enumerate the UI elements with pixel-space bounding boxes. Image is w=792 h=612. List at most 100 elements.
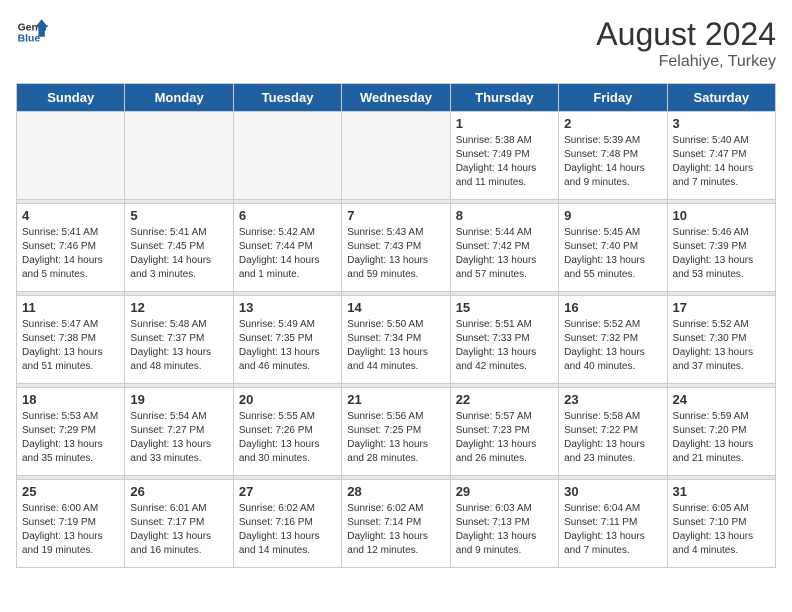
day-number: 25 [22, 484, 119, 499]
day-number: 17 [673, 300, 770, 315]
day-info: Sunrise: 6:01 AM Sunset: 7:17 PM Dayligh… [130, 502, 227, 558]
day-number: 10 [673, 208, 770, 223]
day-number: 27 [239, 484, 336, 499]
day-number: 13 [239, 300, 336, 315]
day-number: 31 [673, 484, 770, 499]
day-number: 16 [564, 300, 661, 315]
day-info: Sunrise: 6:05 AM Sunset: 7:10 PM Dayligh… [673, 502, 770, 558]
calendar-week-1: 1Sunrise: 5:38 AM Sunset: 7:49 PM Daylig… [17, 112, 776, 200]
day-number: 15 [456, 300, 553, 315]
day-info: Sunrise: 5:43 AM Sunset: 7:43 PM Dayligh… [347, 226, 444, 282]
weekday-header-tuesday: Tuesday [233, 84, 341, 112]
svg-text:Blue: Blue [18, 34, 41, 45]
calendar-cell: 18Sunrise: 5:53 AM Sunset: 7:29 PM Dayli… [17, 388, 125, 476]
day-info: Sunrise: 5:52 AM Sunset: 7:30 PM Dayligh… [673, 318, 770, 374]
day-number: 3 [673, 116, 770, 131]
calendar-week-5: 25Sunrise: 6:00 AM Sunset: 7:19 PM Dayli… [17, 480, 776, 568]
weekday-header-saturday: Saturday [667, 84, 775, 112]
calendar-cell: 7 Sunrise: 5:43 AM Sunset: 7:43 PM Daylig… [342, 204, 450, 292]
weekday-header-monday: Monday [125, 84, 233, 112]
weekday-header-friday: Friday [559, 84, 667, 112]
day-info: Sunrise: 5:57 AM Sunset: 7:23 PM Dayligh… [456, 410, 553, 466]
day-number: 9 [564, 208, 661, 223]
weekday-header-row: SundayMondayTuesdayWednesdayThursdayFrid… [17, 84, 776, 112]
day-info: Sunrise: 5:50 AM Sunset: 7:34 PM Dayligh… [347, 318, 444, 374]
calendar-cell: 19Sunrise: 5:54 AM Sunset: 7:27 PM Dayli… [125, 388, 233, 476]
weekday-header-thursday: Thursday [450, 84, 558, 112]
day-info: Sunrise: 5:52 AM Sunset: 7:32 PM Dayligh… [564, 318, 661, 374]
day-info: Sunrise: 5:45 AM Sunset: 7:40 PM Dayligh… [564, 226, 661, 282]
calendar-cell: 11 Sunrise: 5:47 AM Sunset: 7:38 PM Dayli… [17, 296, 125, 384]
day-number: 14 [347, 300, 444, 315]
day-number: 30 [564, 484, 661, 499]
calendar-cell: 6 Sunrise: 5:42 AM Sunset: 7:44 PM Daylig… [233, 204, 341, 292]
logo-icon: General Blue [16, 16, 48, 48]
calendar-cell: 21 Sunrise: 5:56 AM Sunset: 7:25 PM Dayli… [342, 388, 450, 476]
day-number: 26 [130, 484, 227, 499]
calendar-cell: 3Sunrise: 5:40 AM Sunset: 7:47 PM Daylig… [667, 112, 775, 200]
day-info: Sunrise: 5:48 AM Sunset: 7:37 PM Dayligh… [130, 318, 227, 374]
weekday-header-sunday: Sunday [17, 84, 125, 112]
day-info: Sunrise: 5:59 AM Sunset: 7:20 PM Dayligh… [673, 410, 770, 466]
calendar-cell: 17 Sunrise: 5:52 AM Sunset: 7:30 PM Dayli… [667, 296, 775, 384]
day-number: 12 [130, 300, 227, 315]
calendar-cell: 13 Sunrise: 5:49 AM Sunset: 7:35 PM Dayli… [233, 296, 341, 384]
day-info: Sunrise: 5:56 AM Sunset: 7:25 PM Dayligh… [347, 410, 444, 466]
calendar-cell: 22 Sunrise: 5:57 AM Sunset: 7:23 PM Dayli… [450, 388, 558, 476]
day-number: 7 [347, 208, 444, 223]
day-info: Sunrise: 5:41 AM Sunset: 7:46 PM Dayligh… [22, 226, 119, 282]
day-info: Sunrise: 6:02 AM Sunset: 7:14 PM Dayligh… [347, 502, 444, 558]
day-info: Sunrise: 5:47 AM Sunset: 7:38 PM Dayligh… [22, 318, 119, 374]
day-number: 29 [456, 484, 553, 499]
calendar-cell: 5 Sunrise: 5:41 AM Sunset: 7:45 PM Daylig… [125, 204, 233, 292]
calendar-cell: 15 Sunrise: 5:51 AM Sunset: 7:33 PM Dayli… [450, 296, 558, 384]
weekday-header-wednesday: Wednesday [342, 84, 450, 112]
calendar-week-4: 18Sunrise: 5:53 AM Sunset: 7:29 PM Dayli… [17, 388, 776, 476]
day-info: Sunrise: 5:51 AM Sunset: 7:33 PM Dayligh… [456, 318, 553, 374]
location: Felahiye, Turkey [596, 53, 776, 71]
logo: General Blue [16, 16, 48, 48]
day-number: 4 [22, 208, 119, 223]
day-number: 5 [130, 208, 227, 223]
day-number: 20 [239, 392, 336, 407]
day-number: 28 [347, 484, 444, 499]
day-info: Sunrise: 5:42 AM Sunset: 7:44 PM Dayligh… [239, 226, 336, 282]
calendar-cell: 29 Sunrise: 6:03 AM Sunset: 7:13 PM Dayli… [450, 480, 558, 568]
calendar-cell: 20 Sunrise: 5:55 AM Sunset: 7:26 PM Dayli… [233, 388, 341, 476]
calendar-cell: 16 Sunrise: 5:52 AM Sunset: 7:32 PM Dayli… [559, 296, 667, 384]
day-number: 18 [22, 392, 119, 407]
day-number: 22 [456, 392, 553, 407]
calendar-cell: 8Sunrise: 5:44 AM Sunset: 7:42 PM Daylig… [450, 204, 558, 292]
page-header: General Blue August 2024 Felahiye, Turke… [16, 16, 776, 71]
calendar-cell: 26 Sunrise: 6:01 AM Sunset: 7:17 PM Dayli… [125, 480, 233, 568]
calendar-week-2: 4 Sunrise: 5:41 AM Sunset: 7:46 PM Daylig… [17, 204, 776, 292]
day-number: 24 [673, 392, 770, 407]
calendar-cell: 27 Sunrise: 6:02 AM Sunset: 7:16 PM Dayli… [233, 480, 341, 568]
calendar-cell: 14 Sunrise: 5:50 AM Sunset: 7:34 PM Dayli… [342, 296, 450, 384]
day-info: Sunrise: 6:04 AM Sunset: 7:11 PM Dayligh… [564, 502, 661, 558]
calendar-cell: 1Sunrise: 5:38 AM Sunset: 7:49 PM Daylig… [450, 112, 558, 200]
day-info: Sunrise: 5:54 AM Sunset: 7:27 PM Dayligh… [130, 410, 227, 466]
calendar-table: SundayMondayTuesdayWednesdayThursdayFrid… [16, 83, 776, 568]
calendar-cell: 24 Sunrise: 5:59 AM Sunset: 7:20 PM Dayli… [667, 388, 775, 476]
day-number: 2 [564, 116, 661, 131]
day-number: 23 [564, 392, 661, 407]
calendar-cell: 4 Sunrise: 5:41 AM Sunset: 7:46 PM Daylig… [17, 204, 125, 292]
calendar-cell: 2 Sunrise: 5:39 AM Sunset: 7:48 PM Daylig… [559, 112, 667, 200]
day-info: Sunrise: 5:55 AM Sunset: 7:26 PM Dayligh… [239, 410, 336, 466]
calendar-cell [342, 112, 450, 200]
calendar-cell: 23Sunrise: 5:58 AM Sunset: 7:22 PM Dayli… [559, 388, 667, 476]
day-number: 11 [22, 300, 119, 315]
month-year: August 2024 [596, 16, 776, 53]
day-info: Sunrise: 5:39 AM Sunset: 7:48 PM Dayligh… [564, 134, 661, 190]
day-info: Sunrise: 6:03 AM Sunset: 7:13 PM Dayligh… [456, 502, 553, 558]
calendar-cell: 9 Sunrise: 5:45 AM Sunset: 7:40 PM Daylig… [559, 204, 667, 292]
calendar-cell: 10Sunrise: 5:46 AM Sunset: 7:39 PM Dayli… [667, 204, 775, 292]
day-info: Sunrise: 5:41 AM Sunset: 7:45 PM Dayligh… [130, 226, 227, 282]
day-number: 21 [347, 392, 444, 407]
day-info: Sunrise: 6:02 AM Sunset: 7:16 PM Dayligh… [239, 502, 336, 558]
day-info: Sunrise: 5:38 AM Sunset: 7:49 PM Dayligh… [456, 134, 553, 190]
calendar-week-3: 11 Sunrise: 5:47 AM Sunset: 7:38 PM Dayli… [17, 296, 776, 384]
day-number: 6 [239, 208, 336, 223]
day-info: Sunrise: 5:49 AM Sunset: 7:35 PM Dayligh… [239, 318, 336, 374]
